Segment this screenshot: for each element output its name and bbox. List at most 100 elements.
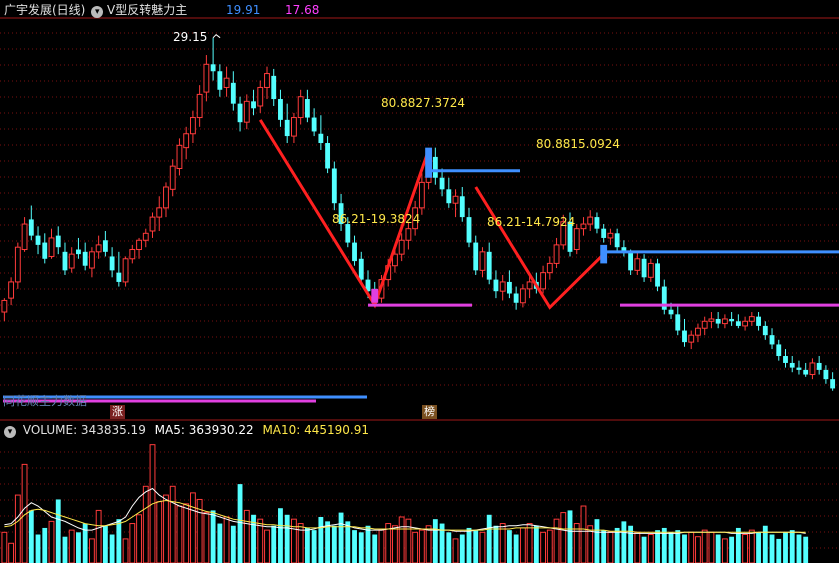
volume-bar-up <box>701 529 708 563</box>
candle-body-down <box>756 316 761 326</box>
annotation-support-2: 86.21-14.7924 <box>487 215 576 229</box>
volume-bar-down <box>102 525 108 563</box>
candle-body-down <box>210 64 216 72</box>
candle-body-up <box>809 362 816 376</box>
candle-body-down <box>796 367 802 370</box>
candle-body-up <box>290 117 297 137</box>
volume-bar-down <box>682 534 687 563</box>
volume-bar-up <box>88 538 95 563</box>
candle-body-down <box>271 75 277 100</box>
stock-title[interactable]: 广宇发展(日线) <box>4 3 85 17</box>
candle-body-up <box>405 228 412 241</box>
annotation-resistance-1: 80.8827.3724 <box>381 96 465 110</box>
volume-header: ▾ VOLUME: 343835.19 MA5: 363930.22 MA10:… <box>4 423 369 438</box>
volume-bar-down <box>352 530 357 563</box>
volume-value: VOLUME: 343835.19 <box>22 423 146 437</box>
candle-body-down <box>513 293 519 303</box>
volume-bar-down <box>675 530 681 563</box>
volume-bar-up <box>398 516 405 563</box>
chevron-down-icon[interactable]: ▾ <box>4 426 16 438</box>
volume-bar-down <box>803 536 809 563</box>
candle-body-up <box>721 318 728 325</box>
candle-body-down <box>251 101 256 109</box>
candle-body-up <box>708 318 715 322</box>
candle-body-up <box>526 281 533 290</box>
candle-body-down <box>816 362 822 370</box>
indicator-name[interactable]: V型反转魅力主 <box>107 3 187 17</box>
candle-body-up <box>183 133 190 149</box>
ma5-line <box>4 487 806 534</box>
candle-body-down <box>230 82 236 104</box>
candle-body-up <box>553 244 560 264</box>
volume-bar-down <box>769 534 775 563</box>
volume-bar-down <box>432 519 438 563</box>
candle-body-down <box>358 258 364 280</box>
candle-body-down <box>82 251 88 266</box>
candle-body-up <box>136 239 142 251</box>
volume-bar-up <box>540 531 547 563</box>
volume-bar-down <box>486 514 492 563</box>
volume-bar-down <box>783 532 788 563</box>
candle-body-down <box>446 189 452 204</box>
volume-bar-down <box>466 527 472 563</box>
candle-body-down <box>109 256 115 271</box>
candle-body-up <box>607 232 614 239</box>
candle-body-down <box>668 309 674 315</box>
volume-bar-up <box>169 485 176 563</box>
candle-body-down <box>459 196 465 218</box>
candle-body-down <box>284 119 290 137</box>
candle-body-down <box>641 258 647 278</box>
candle-body-up <box>88 251 95 269</box>
candle-body-down <box>628 251 634 271</box>
candle-body-up <box>540 272 547 290</box>
volume-bar-up <box>580 505 587 563</box>
volume-bar-up <box>223 516 230 563</box>
volume-bar-up <box>142 485 149 563</box>
volume-bar-up <box>290 518 297 563</box>
candle-body-down <box>601 228 607 238</box>
candle-body-down <box>55 235 61 248</box>
candle-body-up <box>196 93 203 119</box>
volume-bar-down <box>567 510 573 563</box>
volume-bar-down <box>796 534 802 563</box>
badge-zhang[interactable]: 涨 <box>110 405 125 419</box>
volume-bar-up <box>129 523 136 563</box>
candle-body-down <box>655 263 660 287</box>
candle-body-up <box>1 299 8 313</box>
candle-body-up <box>587 216 594 225</box>
badge-bang[interactable]: 榜 <box>422 405 437 419</box>
volume-bar-down <box>621 521 627 563</box>
volume-bar-up <box>14 494 21 563</box>
candle-body-up <box>634 258 641 271</box>
volume-bar-down <box>284 514 290 563</box>
candle-body-down <box>352 242 357 262</box>
volume-bar-down <box>237 484 243 563</box>
volume-bar-up <box>264 529 270 563</box>
price-volume-chart[interactable] <box>0 0 839 563</box>
candle-body-down <box>318 133 324 144</box>
volume-bar-down <box>614 527 620 563</box>
candle-body-down <box>715 318 721 324</box>
volume-bar-up <box>452 538 459 563</box>
candle-body-up <box>297 96 304 119</box>
candle-body-down <box>237 103 243 123</box>
candle-body-up <box>479 251 486 271</box>
candle-body-up <box>257 86 264 107</box>
volume-bar-down <box>318 516 324 563</box>
volume-bar-up <box>203 512 210 563</box>
volume-bar-up <box>243 509 250 563</box>
v-pattern-overlay <box>3 34 839 403</box>
volume-bar-up <box>708 531 715 563</box>
candle-body-down <box>439 177 445 190</box>
chevron-down-icon[interactable]: ▾ <box>91 6 104 18</box>
candle-body-up <box>647 262 654 278</box>
ma10-value: MA10: 445190.91 <box>262 423 370 437</box>
volume-bar-down <box>325 521 331 563</box>
volume-bar-down <box>230 525 236 563</box>
volume-bar-up <box>519 527 526 563</box>
volume-bar-up <box>136 514 142 563</box>
volume-bar-down <box>331 525 337 563</box>
volume-bars <box>1 444 809 563</box>
volume-bar-down <box>338 512 344 563</box>
volume-bar-up <box>607 531 614 563</box>
